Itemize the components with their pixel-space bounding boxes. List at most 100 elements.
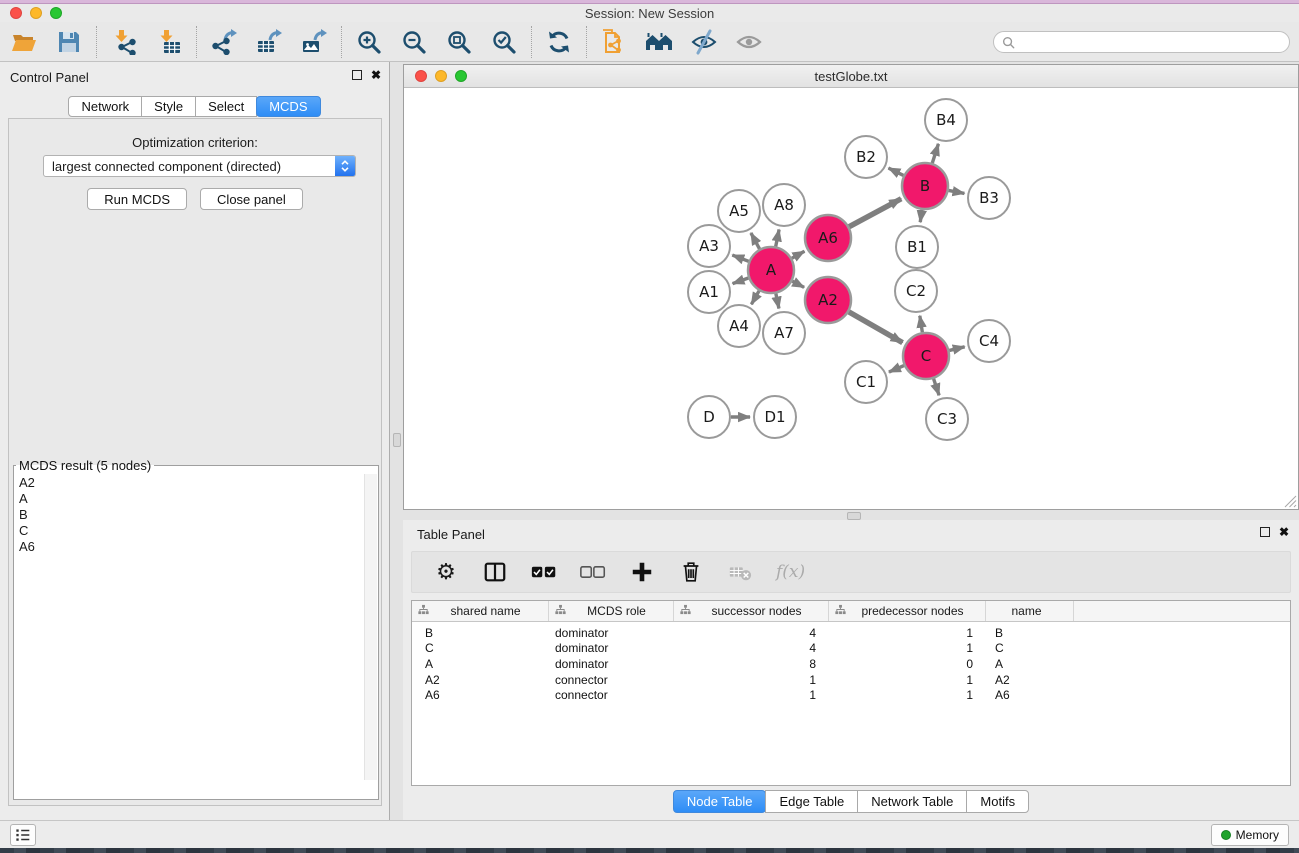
edge-B-B3[interactable] xyxy=(949,190,965,193)
cell-successor-nodes: 4 xyxy=(674,626,829,640)
memory-label: Memory xyxy=(1236,828,1279,842)
edge-B-B2[interactable] xyxy=(888,168,903,175)
float-table-panel-icon[interactable] xyxy=(1260,527,1270,537)
mcds-result-item[interactable]: A xyxy=(19,491,364,507)
save-session-icon[interactable] xyxy=(55,28,83,56)
table-row[interactable]: A6connector11A6 xyxy=(412,687,1290,703)
toolbar-icon-groups xyxy=(0,26,763,58)
homes-icon[interactable] xyxy=(645,28,673,56)
edge-A6-B[interactable] xyxy=(849,199,901,227)
edge-A-A2[interactable] xyxy=(792,281,804,287)
cell-shared-name: A2 xyxy=(412,673,549,687)
edge-A2-C[interactable] xyxy=(849,312,903,343)
eye-slash-icon[interactable] xyxy=(690,28,718,56)
mcds-result-item[interactable]: A6 xyxy=(19,539,364,555)
search-field[interactable] xyxy=(993,31,1290,53)
column-header-successor-nodes[interactable]: successor nodes xyxy=(674,601,829,621)
zoom-selected-icon[interactable] xyxy=(490,28,518,56)
column-header-predecessor-nodes[interactable]: predecessor nodes xyxy=(829,601,986,621)
float-panel-icon[interactable] xyxy=(352,70,362,80)
column-header-name[interactable]: name xyxy=(986,601,1074,621)
network-graph-canvas[interactable]: B4B2BB3A5A8A6B1A3AA1C2A2A4A7C4CC1C3DD1 xyxy=(404,88,1298,509)
node-label-A: A xyxy=(766,261,777,279)
edge-C-C1[interactable] xyxy=(889,366,904,373)
dropdown-stepper-icon xyxy=(335,156,355,176)
tab-edge-table[interactable]: Edge Table xyxy=(765,790,858,813)
tab-motifs[interactable]: Motifs xyxy=(966,790,1029,813)
split-view-icon[interactable] xyxy=(482,559,508,585)
gear-icon[interactable]: ⚙ xyxy=(433,559,459,585)
edge-A-A4[interactable] xyxy=(751,291,759,304)
import-network-icon[interactable] xyxy=(110,28,138,56)
zoom-out-icon[interactable] xyxy=(400,28,428,56)
column-header-label: shared name xyxy=(429,604,548,618)
edge-C-C3[interactable] xyxy=(934,379,940,396)
result-scrollbar[interactable] xyxy=(364,474,377,780)
column-header-shared-name[interactable]: shared name xyxy=(412,601,549,621)
criterion-dropdown[interactable]: largest connected component (directed) xyxy=(43,155,356,177)
control-panel-tabs: NetworkStyleSelectMCDS xyxy=(0,96,389,117)
memory-button[interactable]: Memory xyxy=(1211,824,1289,846)
close-table-panel-icon[interactable]: ✖ xyxy=(1279,527,1289,537)
add-row-icon[interactable] xyxy=(629,559,655,585)
edge-A-A7[interactable] xyxy=(776,294,779,309)
table-row[interactable]: Bdominator41B xyxy=(412,625,1290,641)
edge-A-A6[interactable] xyxy=(792,251,805,258)
edge-C-C2[interactable] xyxy=(920,316,923,333)
close-panel-icon[interactable]: ✖ xyxy=(371,70,381,80)
column-header-MCDS-role[interactable]: MCDS role xyxy=(549,601,674,621)
horizontal-splitter-grip[interactable] xyxy=(847,512,861,520)
export-table-icon[interactable] xyxy=(255,28,283,56)
zoom-fit-icon[interactable] xyxy=(445,28,473,56)
toolbar-group xyxy=(10,28,83,56)
main-toolbar xyxy=(0,22,1299,62)
table-row[interactable]: Cdominator41C xyxy=(412,641,1290,657)
eye-icon[interactable] xyxy=(735,28,763,56)
edge-A-A5[interactable] xyxy=(751,233,760,249)
run-mcds-button[interactable]: Run MCDS xyxy=(87,188,187,210)
tab-network[interactable]: Network xyxy=(68,96,142,117)
edge-B-B1[interactable] xyxy=(920,210,922,222)
tab-style[interactable]: Style xyxy=(141,96,196,117)
delete-row-icon[interactable] xyxy=(678,559,704,585)
cell-name: A2 xyxy=(986,673,1074,687)
open-file-icon[interactable] xyxy=(10,28,38,56)
tab-node-table[interactable]: Node Table xyxy=(673,790,767,813)
tab-mcds[interactable]: MCDS xyxy=(256,96,320,117)
select-all-icon[interactable] xyxy=(531,559,557,585)
task-history-button[interactable] xyxy=(10,824,36,846)
resize-grip-icon[interactable] xyxy=(1284,495,1297,508)
close-panel-button[interactable]: Close panel xyxy=(200,188,303,210)
refresh-icon[interactable] xyxy=(545,28,573,56)
mcds-result-item[interactable]: A2 xyxy=(19,475,364,491)
zoom-in-icon[interactable] xyxy=(355,28,383,56)
attribute-icon xyxy=(418,604,429,618)
tab-network-table[interactable]: Network Table xyxy=(857,790,967,813)
import-table-icon[interactable] xyxy=(155,28,183,56)
node-label-B1: B1 xyxy=(907,238,927,256)
search-input[interactable] xyxy=(1020,35,1281,50)
edge-A-A1[interactable] xyxy=(733,278,749,284)
edge-C-C4[interactable] xyxy=(949,347,964,351)
vertical-splitter-grip[interactable] xyxy=(393,433,401,447)
mcds-result-item[interactable]: B xyxy=(19,507,364,523)
export-network-icon[interactable] xyxy=(210,28,238,56)
network-from-file-icon[interactable] xyxy=(600,28,628,56)
cell-predecessor-nodes: 1 xyxy=(829,673,986,687)
table-row[interactable]: Adominator80A xyxy=(412,656,1290,672)
toolbar-group xyxy=(196,26,328,58)
node-label-C3: C3 xyxy=(937,410,957,428)
function-builder-icon[interactable]: f(x) xyxy=(776,562,805,582)
edge-A-A8[interactable] xyxy=(776,230,779,247)
network-window-titlebar[interactable]: testGlobe.txt xyxy=(404,65,1298,88)
cell-predecessor-nodes: 1 xyxy=(829,626,986,640)
mcds-result-item[interactable]: C xyxy=(19,523,364,539)
deselect-all-icon[interactable] xyxy=(580,559,606,585)
cell-MCDS-role: connector xyxy=(549,673,674,687)
edge-A-A3[interactable] xyxy=(732,255,748,261)
table-row[interactable]: A2connector11A2 xyxy=(412,672,1290,688)
export-image-icon[interactable] xyxy=(300,28,328,56)
tab-select[interactable]: Select xyxy=(195,96,257,117)
cell-predecessor-nodes: 0 xyxy=(829,657,986,671)
edge-B-B4[interactable] xyxy=(932,144,938,163)
